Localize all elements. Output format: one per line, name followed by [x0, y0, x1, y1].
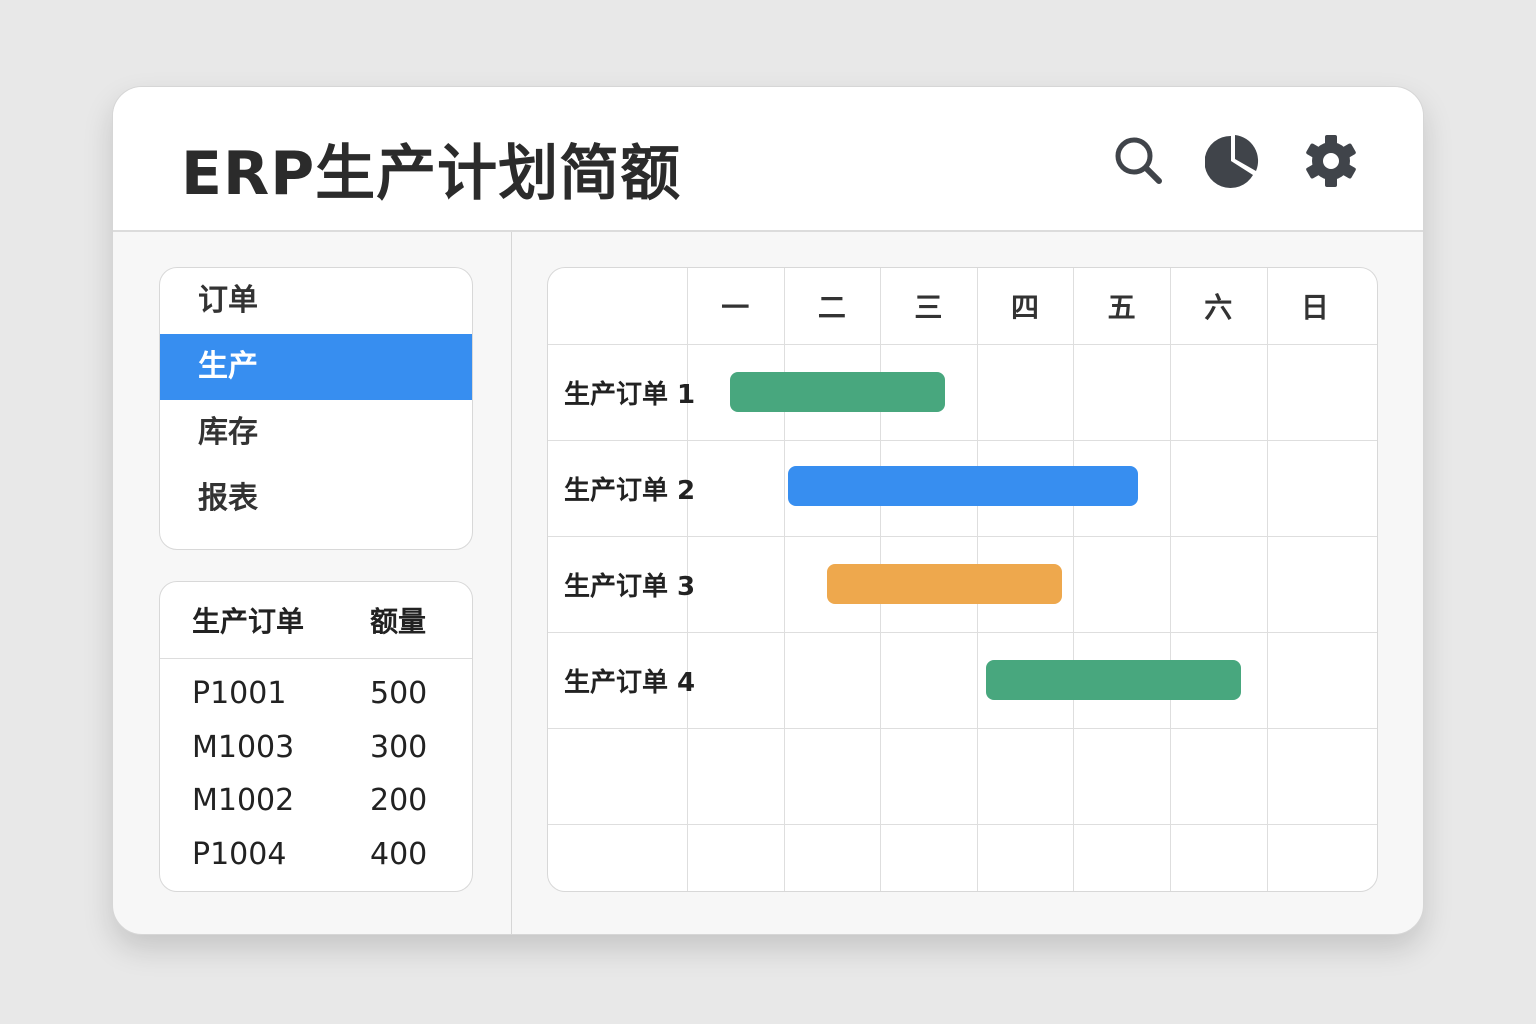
search-icon[interactable] [1111, 133, 1167, 189]
pie-chart-icon[interactable] [1205, 133, 1261, 189]
order-quantity: 400 [370, 836, 428, 872]
gear-icon[interactable] [1303, 133, 1359, 189]
grid-line [1073, 268, 1075, 891]
day-header: 日 [1300, 291, 1329, 324]
grid-line [783, 268, 785, 891]
grid-line [548, 344, 1377, 345]
nav-item-orders[interactable]: 订单 [160, 268, 472, 334]
order-quantity: 300 [370, 729, 428, 765]
divider [511, 232, 512, 934]
table-row[interactable]: P1001 500 [160, 667, 472, 721]
table-row[interactable]: P1004 400 [160, 828, 472, 882]
nav-item-production[interactable]: 生产 [160, 334, 472, 400]
grid-line [548, 632, 1377, 633]
order-quantity: 500 [370, 676, 428, 712]
gantt-chart: 一 二 三 四 五 六 日生产订单 1 生产订单 2 生产订单 3 生产订单 4 [547, 267, 1378, 892]
task-bar[interactable] [827, 564, 1062, 604]
order-id: P1001 [192, 676, 287, 712]
orders-table: 生产订单 额量 P1001 500 M1003 300 M1002 200 P1004 400 [159, 581, 473, 892]
day-header: 二 [817, 291, 846, 324]
nav-item-reports[interactable]: 报表 [160, 466, 472, 532]
grid-line [548, 536, 1377, 537]
nav-item-inventory[interactable]: 库存 [160, 400, 472, 466]
day-header: 四 [1011, 291, 1040, 324]
order-id: M1003 [192, 729, 295, 765]
task-label: 生产订单 1 [564, 380, 696, 410]
day-header: 六 [1204, 291, 1233, 324]
table-header: 生产订单 额量 [160, 582, 472, 659]
grid-line [548, 824, 1377, 825]
task-label: 生产订单 2 [564, 476, 696, 506]
task-bar[interactable] [788, 466, 1139, 506]
grid-line [1266, 268, 1268, 891]
day-header: 一 [721, 291, 750, 324]
app-window: ERP生产计划简额 订单 生产 库存 报表 生产订单 额量 P1001 500 M1… [112, 86, 1424, 935]
column-header-quantity: 额量 [370, 605, 427, 638]
day-header: 五 [1107, 291, 1136, 324]
task-bar[interactable] [730, 372, 945, 412]
sidebar-nav: 订单 生产 库存 报表 [159, 267, 473, 550]
order-id: M1002 [192, 783, 295, 819]
order-quantity: 200 [370, 783, 428, 819]
column-header-order: 生产订单 [192, 605, 305, 638]
grid-line [1170, 268, 1171, 891]
table-row[interactable]: M1002 200 [160, 774, 472, 828]
order-id: P1004 [192, 836, 287, 872]
day-header: 三 [914, 291, 943, 324]
task-label: 生产订单 4 [564, 668, 696, 698]
grid-line [548, 728, 1377, 729]
task-label: 生产订单 3 [564, 572, 696, 602]
table-row[interactable]: M1003 300 [160, 721, 472, 775]
page-title: ERP生产计划简额 [181, 139, 682, 209]
task-bar[interactable] [986, 660, 1241, 700]
grid-line [548, 440, 1377, 441]
header: ERP生产计划简额 [113, 87, 1423, 232]
